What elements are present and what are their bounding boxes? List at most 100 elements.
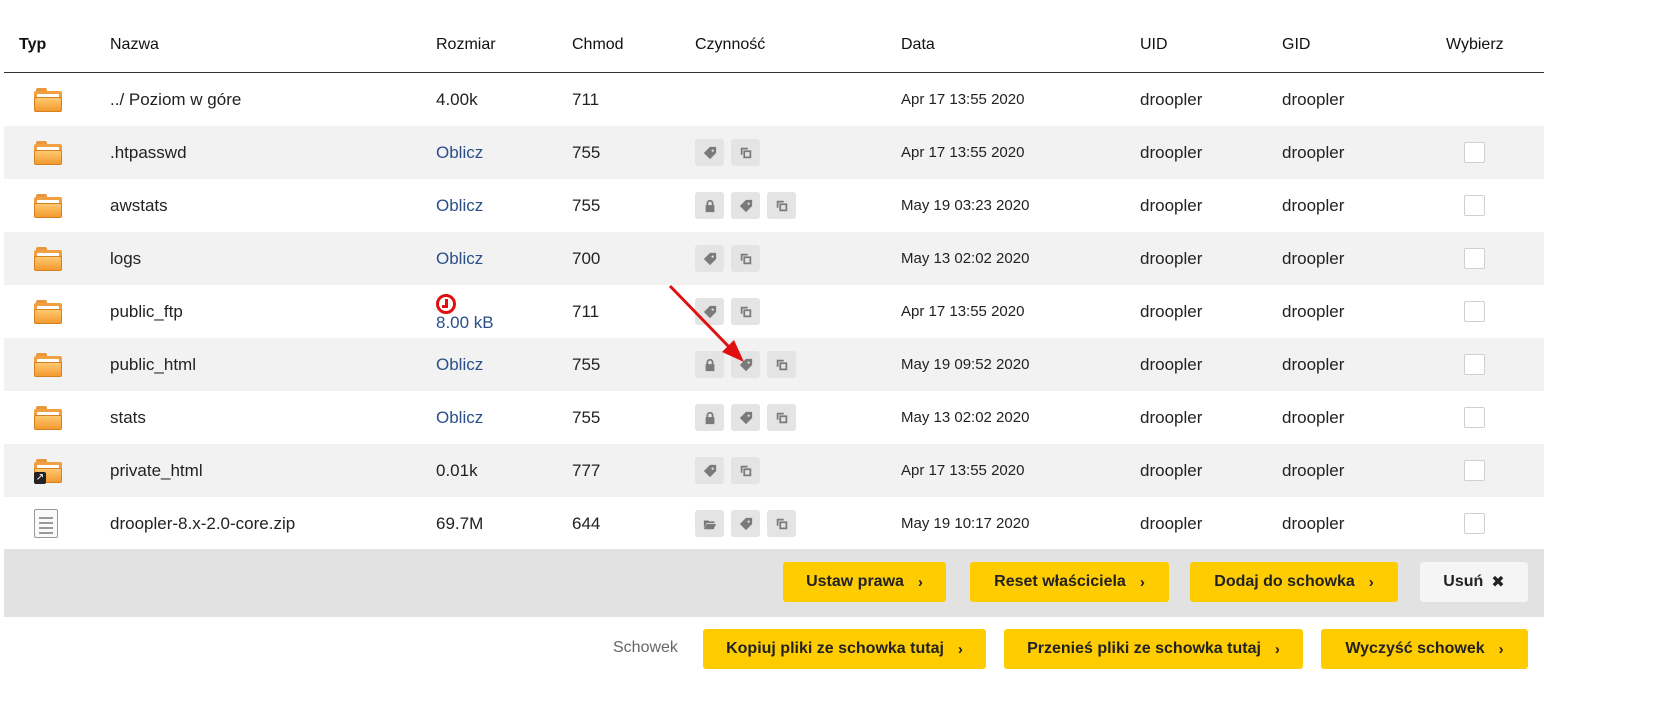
copy-icon[interactable] [731, 457, 760, 484]
size-cell: 8.00 kB [436, 285, 494, 338]
calculated-size-link[interactable]: 8.00 kB [436, 313, 494, 332]
file-date: May 13 02:02 2020 [901, 409, 1030, 426]
file-uid: droopler [1140, 142, 1203, 162]
file-name-link[interactable]: public_ftp [110, 285, 183, 338]
table-header: Typ Nazwa Rozmiar Chmod Czynność Data UI… [4, 18, 1544, 73]
copy-icon[interactable] [731, 245, 760, 272]
extract-folder-icon[interactable] [695, 510, 724, 537]
rename-tag-icon[interactable] [731, 192, 760, 219]
file-date: Apr 17 13:55 2020 [901, 462, 1025, 479]
calculate-size-link[interactable]: Oblicz [436, 179, 483, 232]
rename-tag-icon[interactable] [695, 245, 724, 272]
file-gid: droopler [1282, 354, 1345, 374]
delete-label: Usuń [1443, 573, 1484, 590]
bulk-action-bar: Ustaw prawa › Reset właściciela › Dodaj … [4, 549, 1544, 617]
column-header-select: Wybierz [1446, 36, 1504, 53]
file-name-link[interactable]: logs [110, 232, 141, 285]
select-checkbox[interactable] [1464, 497, 1485, 550]
annotation-arrow-icon [668, 284, 744, 362]
table-row: droopler-8.x-2.0-core.zip 69.7M 644 May … [4, 497, 1544, 550]
copy-icon[interactable] [731, 139, 760, 166]
file-name-link[interactable]: public_html [110, 338, 196, 391]
column-header-name[interactable]: Nazwa [110, 18, 159, 72]
reset-owner-button[interactable]: Reset właściciela › [970, 562, 1169, 602]
file-date: Apr 17 13:55 2020 [901, 303, 1025, 320]
select-checkbox[interactable] [1464, 444, 1485, 497]
copy-icon[interactable] [767, 510, 796, 537]
reset-owner-label: Reset właściciela [994, 573, 1126, 590]
calculate-size-link[interactable]: Oblicz [436, 338, 483, 391]
rename-tag-icon[interactable] [731, 510, 760, 537]
rename-tag-icon[interactable] [695, 457, 724, 484]
table-row: .htpasswd Oblicz 755 Apr 17 13:55 2020 d… [4, 126, 1544, 179]
row-actions [695, 126, 767, 179]
column-header-size[interactable]: Rozmiar [436, 18, 496, 72]
rename-tag-icon[interactable] [695, 139, 724, 166]
row-actions [695, 497, 803, 550]
rename-tag-icon[interactable] [731, 404, 760, 431]
select-checkbox[interactable] [1464, 391, 1485, 444]
file-gid: droopler [1282, 248, 1345, 268]
chevron-right-icon: › [1368, 573, 1374, 591]
add-to-clipboard-label: Dodaj do schowka [1214, 573, 1355, 590]
row-actions [695, 179, 803, 232]
file-name-link[interactable]: droopler-8.x-2.0-core.zip [110, 497, 295, 550]
select-checkbox[interactable] [1464, 285, 1485, 338]
calculate-size-link[interactable]: Oblicz [436, 391, 483, 444]
copy-from-clipboard-button[interactable]: Kopiuj pliki ze schowka tutaj › [703, 629, 986, 669]
file-name-link[interactable]: stats [110, 391, 146, 444]
file-name-link[interactable]: ../ Poziom w góre [110, 73, 241, 126]
calculate-size-link[interactable]: Oblicz [436, 126, 483, 179]
file-uid: droopler [1140, 354, 1203, 374]
file-gid: droopler [1282, 407, 1345, 427]
clear-clipboard-button[interactable]: Wyczyść schowek › [1321, 629, 1528, 669]
chevron-right-icon: › [957, 640, 963, 658]
copy-icon[interactable] [767, 192, 796, 219]
file-date: Apr 17 13:55 2020 [901, 144, 1025, 161]
column-header-type[interactable]: Typ [19, 18, 46, 72]
table-row: public_ftp 8.00 kB 711 Apr 17 13:55 2020… [4, 285, 1544, 338]
set-permissions-button[interactable]: Ustaw prawa › [783, 562, 946, 602]
file-chmod: 711 [572, 301, 600, 321]
column-header-uid[interactable]: UID [1140, 18, 1168, 72]
file-name-link[interactable]: private_html [110, 444, 203, 497]
move-from-clipboard-label: Przenieś pliki ze schowka tutaj [1027, 640, 1261, 657]
file-chmod: 777 [572, 460, 601, 480]
file-uid: droopler [1140, 407, 1203, 427]
move-from-clipboard-button[interactable]: Przenieś pliki ze schowka tutaj › [1004, 629, 1303, 669]
column-header-date[interactable]: Data [901, 18, 935, 72]
file-gid: droopler [1282, 142, 1345, 162]
file-uid: droopler [1140, 89, 1203, 109]
lock-icon[interactable] [695, 404, 724, 431]
file-date: May 19 03:23 2020 [901, 197, 1030, 214]
select-checkbox[interactable] [1464, 338, 1485, 391]
clipboard-label: Schowek [613, 639, 678, 656]
table-row: stats Oblicz 755 May 13 02:02 2020 droop… [4, 391, 1544, 444]
file-name-link[interactable]: awstats [110, 179, 168, 232]
set-permissions-label: Ustaw prawa [806, 573, 904, 590]
copy-icon[interactable] [767, 351, 796, 378]
copy-icon[interactable] [767, 404, 796, 431]
file-chmod: 700 [572, 248, 601, 268]
select-checkbox[interactable] [1464, 232, 1485, 285]
lock-icon[interactable] [695, 192, 724, 219]
file-size: 69.7M [436, 513, 484, 533]
column-header-action: Czynność [695, 36, 766, 53]
chevron-right-icon: › [917, 573, 923, 591]
file-name-link[interactable]: .htpasswd [110, 126, 187, 179]
file-date: May 19 10:17 2020 [901, 515, 1030, 532]
file-icon [34, 497, 58, 550]
delete-button[interactable]: Usuń ✖ [1420, 562, 1528, 602]
folder-link-icon: ↗ [34, 444, 62, 497]
folder-icon [34, 285, 62, 338]
folder-icon [34, 73, 62, 126]
add-to-clipboard-button[interactable]: Dodaj do schowka › [1190, 562, 1398, 602]
column-header-chmod[interactable]: Chmod [572, 18, 624, 72]
file-uid: droopler [1140, 248, 1203, 268]
select-checkbox[interactable] [1464, 179, 1485, 232]
column-header-gid[interactable]: GID [1282, 18, 1310, 72]
select-checkbox[interactable] [1464, 126, 1485, 179]
calculate-size-link[interactable]: Oblicz [436, 232, 483, 285]
chevron-right-icon: › [1498, 640, 1504, 658]
folder-icon [34, 232, 62, 285]
